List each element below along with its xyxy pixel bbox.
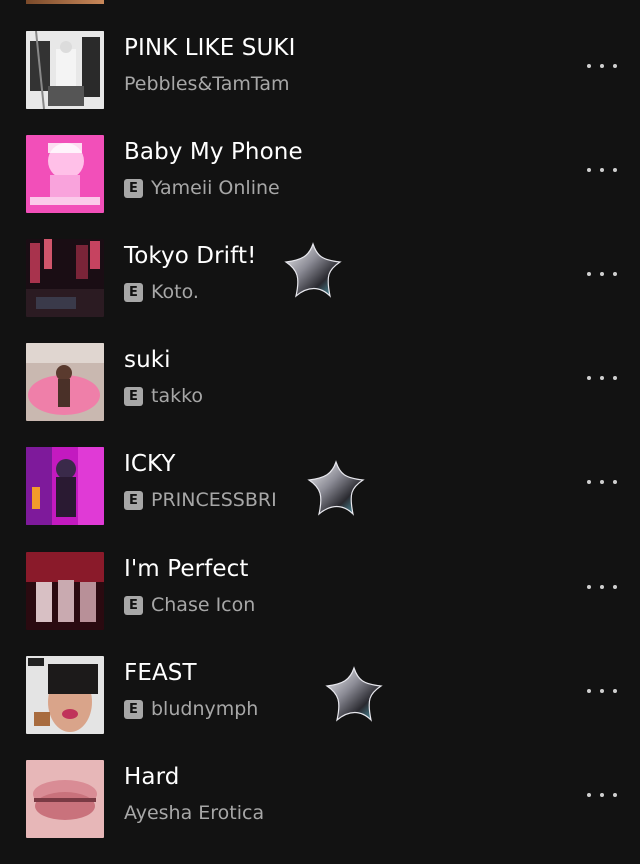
track-artist-line: E bludnymph (124, 698, 258, 720)
track-artist-line: E Koto. (124, 281, 199, 303)
explicit-badge: E (124, 490, 143, 510)
more-options-icon[interactable] (587, 785, 617, 805)
track-row[interactable]: Baby My Phone E Yameii Online (0, 135, 640, 239)
track-artist[interactable]: bludnymph (151, 698, 258, 720)
cover-art (26, 760, 104, 838)
explicit-badge: E (124, 595, 143, 615)
track-title: Baby My Phone (124, 139, 303, 165)
track-artist[interactable]: Yameii Online (151, 177, 280, 199)
track-row[interactable]: FEAST E bludnymph (0, 656, 640, 760)
explicit-badge: E (124, 178, 143, 198)
track-artist[interactable]: Koto. (151, 281, 199, 303)
track-row[interactable]: suki E takko (0, 343, 640, 447)
track-title: suki (124, 347, 171, 373)
cover-art (26, 239, 104, 317)
explicit-badge: E (124, 386, 143, 406)
track-artist-line: Pebbles&TamTam (124, 73, 290, 95)
track-title: Tokyo Drift! (124, 243, 257, 269)
track-artist[interactable]: Ayesha Erotica (124, 802, 264, 824)
track-title: ICKY (124, 451, 176, 477)
track-artist[interactable]: Pebbles&TamTam (124, 73, 290, 95)
more-options-icon[interactable] (587, 56, 617, 76)
cover-art (26, 656, 104, 734)
track-artist[interactable]: Chase Icon (151, 594, 255, 616)
more-options-icon[interactable] (587, 368, 617, 388)
track-artist-line: E Chase Icon (124, 594, 255, 616)
track-artist-line: Ayesha Erotica (124, 802, 264, 824)
track-artist[interactable]: takko (151, 385, 203, 407)
track-title: Hard (124, 764, 180, 790)
more-options-icon[interactable] (587, 577, 617, 597)
track-artist[interactable]: PRINCESSBRI (151, 489, 277, 511)
track-artist-line: E Yameii Online (124, 177, 280, 199)
cover-art (26, 343, 104, 421)
chrome-star-sticker-icon (307, 460, 365, 516)
track-artist-line: E PRINCESSBRI (124, 489, 277, 511)
track-row[interactable]: I'm Perfect E Chase Icon (0, 552, 640, 656)
cover-art (26, 447, 104, 525)
more-options-icon[interactable] (587, 160, 617, 180)
cover-art (26, 31, 104, 109)
cover-art (26, 552, 104, 630)
chrome-star-sticker-icon (325, 666, 383, 722)
track-row[interactable]: Hard Ayesha Erotica (0, 760, 640, 864)
chrome-star-sticker-icon (284, 242, 342, 298)
more-options-icon[interactable] (587, 264, 617, 284)
track-row[interactable]: PINK LIKE SUKI Pebbles&TamTam (0, 31, 640, 135)
cover-art (26, 135, 104, 213)
more-options-icon[interactable] (587, 681, 617, 701)
track-artist-line: E takko (124, 385, 203, 407)
track-title: PINK LIKE SUKI (124, 35, 296, 61)
track-title: I'm Perfect (124, 556, 249, 582)
previous-track-cover-partial (26, 0, 104, 4)
more-options-icon[interactable] (587, 472, 617, 492)
explicit-badge: E (124, 699, 143, 719)
explicit-badge: E (124, 282, 143, 302)
track-title: FEAST (124, 660, 197, 686)
